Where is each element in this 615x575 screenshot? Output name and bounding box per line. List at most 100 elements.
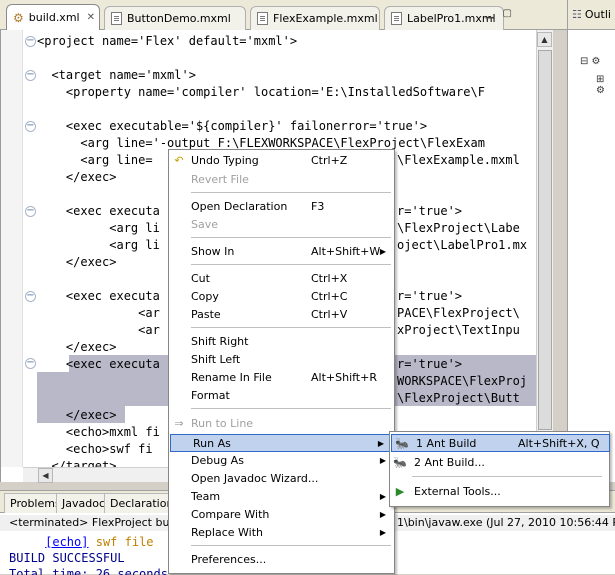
file-icon bbox=[391, 12, 402, 25]
scroll-left-icon[interactable]: ◀ bbox=[38, 468, 53, 483]
code-line: \FlexExample.mxml bbox=[397, 153, 520, 167]
console-line: BUILD SUCCESSFUL bbox=[9, 551, 125, 565]
menu-item-compare-with[interactable]: Compare With ▶ bbox=[169, 506, 394, 524]
menu-separator bbox=[191, 192, 391, 193]
menu-item-revert-file[interactable]: Revert File bbox=[169, 171, 394, 189]
tab-label: build.xml bbox=[28, 11, 80, 24]
fold-icon[interactable]: − bbox=[25, 206, 36, 217]
context-menu: ↶ Undo Typing Ctrl+Z Revert File Open De… bbox=[168, 149, 395, 574]
code-line: WORKSPACE\FlexProj bbox=[397, 374, 528, 388]
fold-icon[interactable]: − bbox=[25, 291, 36, 302]
menu-item-run-to-line[interactable]: ⇒ Run to Line bbox=[169, 415, 394, 433]
menu-item-run-as[interactable]: Run As ▶ bbox=[170, 434, 393, 452]
code-line: <exec executable='${compiler}' failonerr… bbox=[37, 119, 428, 133]
scroll-up-icon[interactable]: ▲ bbox=[537, 32, 552, 47]
vertical-scrollbar[interactable]: ▲ ▼ bbox=[536, 30, 553, 467]
submenu-item-external-tools[interactable]: ▶ External Tools... bbox=[390, 483, 609, 501]
close-icon[interactable]: ✕ bbox=[87, 12, 95, 23]
code-line: <exec executa bbox=[37, 204, 160, 218]
code-line: xProject\TextInpu bbox=[397, 323, 520, 337]
code-line: <arg line= bbox=[37, 153, 153, 167]
code-line: <echo>swf fi bbox=[37, 442, 153, 456]
javaw-path: 1\bin\javaw.exe (Jul 27, 2010 10:56:44 P… bbox=[397, 516, 615, 529]
fold-icon[interactable]: − bbox=[25, 358, 36, 369]
tab-buttondemo[interactable]: ButtonDemo.mxml bbox=[104, 6, 246, 30]
tab-build-xml[interactable]: ⚙ build.xml ✕ bbox=[6, 4, 100, 30]
menu-item-open-javadoc-wizard[interactable]: Open Javadoc Wizard... bbox=[169, 470, 394, 488]
tab-flexexample[interactable]: FlexExample.mxml bbox=[250, 6, 380, 30]
submenu-arrow-icon: ▶ bbox=[379, 528, 386, 537]
menu-item-show-in[interactable]: Show In Alt+Shift+W ▶ bbox=[169, 243, 394, 261]
tab-label: LabelPro1.mxml bbox=[407, 12, 496, 25]
undo-icon: ↶ bbox=[174, 154, 184, 167]
menu-item-preferences[interactable]: Preferences... bbox=[169, 551, 394, 569]
fold-icon[interactable]: − bbox=[25, 121, 36, 132]
submenu-arrow-icon: ▶ bbox=[379, 456, 386, 465]
console-line: [echo] swf file bbox=[9, 534, 154, 550]
code-line: <arg li bbox=[37, 221, 160, 235]
menu-separator bbox=[191, 237, 391, 238]
editor-tab-bar: ⚙ build.xml ✕ ButtonDemo.mxml FlexExampl… bbox=[0, 0, 567, 30]
fold-icon[interactable]: − bbox=[25, 70, 36, 81]
tab-javadoc[interactable]: Javadoc bbox=[56, 493, 111, 513]
code-line: \FlexProject\Labe bbox=[397, 221, 520, 235]
submenu-arrow-icon: ▶ bbox=[379, 247, 386, 256]
menu-separator bbox=[191, 327, 391, 328]
menu-separator bbox=[191, 545, 391, 546]
menu-item-open-declaration[interactable]: Open Declaration F3 bbox=[169, 198, 394, 216]
menu-separator bbox=[191, 264, 391, 265]
xml-file-icon: ⚙ bbox=[13, 10, 24, 25]
submenu-arrow-icon: ▶ bbox=[377, 439, 384, 448]
ant-icon: 🐜 bbox=[395, 437, 409, 450]
code-line: <project name='Flex' default='mxml'> bbox=[37, 34, 298, 48]
menu-item-debug-as[interactable]: Debug As ▶ bbox=[169, 452, 394, 470]
scroll-thumb[interactable] bbox=[538, 50, 552, 430]
submenu-item-ant-build-2[interactable]: 🐜 2 Ant Build... bbox=[390, 454, 609, 472]
tree-node-icon[interactable]: ⊞ ⚙ bbox=[596, 74, 615, 96]
editor-ruler bbox=[1, 30, 23, 467]
outline-title[interactable]: Outli bbox=[585, 8, 611, 21]
code-line: <echo>mxml fi bbox=[37, 425, 160, 439]
tab-label: FlexExample.mxml bbox=[273, 12, 378, 25]
fold-icon[interactable]: − bbox=[25, 36, 36, 47]
menu-separator bbox=[191, 408, 391, 409]
menu-item-shift-left[interactable]: Shift Left bbox=[169, 351, 394, 369]
code-line: </exec> bbox=[37, 255, 117, 269]
menu-item-copy[interactable]: Copy Ctrl+C bbox=[169, 288, 394, 306]
terminated-label: <terminated> FlexProject build.x bbox=[9, 516, 193, 529]
file-icon bbox=[111, 12, 122, 25]
tab-label: ButtonDemo.mxml bbox=[127, 12, 231, 25]
menu-item-rename-in-file[interactable]: Rename In File Alt+Shift+R bbox=[169, 369, 394, 387]
code-line: r='true'> bbox=[397, 289, 463, 303]
menu-separator bbox=[412, 476, 602, 477]
code-line: </exec> bbox=[37, 170, 117, 184]
code-line: <target name='mxml'> bbox=[37, 68, 196, 82]
menu-item-cut[interactable]: Cut Ctrl+X bbox=[169, 270, 394, 288]
minimize-maximize-icons[interactable]: ▁ ▢ bbox=[486, 8, 515, 19]
run-to-line-icon: ⇒ bbox=[174, 417, 184, 430]
menu-item-shift-right[interactable]: Shift Right bbox=[169, 333, 394, 351]
echo-text: swf file bbox=[95, 535, 154, 549]
code-line: PACE\FlexProject\ bbox=[397, 306, 520, 320]
code-line: oject\LabelPro1.mx bbox=[397, 238, 528, 252]
code-line: \FlexProject\Butt bbox=[397, 391, 520, 405]
code-line: <ar bbox=[37, 323, 160, 337]
menu-item-format[interactable]: Format bbox=[169, 387, 394, 405]
menu-item-save[interactable]: Save bbox=[169, 216, 394, 234]
code-line: <arg li bbox=[37, 238, 160, 252]
run-as-submenu: 🐜 1 Ant Build Alt+Shift+X, Q 🐜 2 Ant Bui… bbox=[389, 431, 610, 507]
code-line: </target> bbox=[37, 459, 117, 467]
code-line: r='true'> bbox=[397, 204, 463, 218]
menu-item-undo-typing[interactable]: ↶ Undo Typing Ctrl+Z bbox=[169, 152, 394, 170]
code-line: <exec executa bbox=[37, 357, 160, 371]
outline-panel: ☷ Outli ⊟ ⚙ ⊞ ⚙ bbox=[567, 0, 615, 482]
submenu-arrow-icon: ▶ bbox=[379, 492, 386, 501]
code-line: <ar bbox=[37, 306, 160, 320]
menu-item-team[interactable]: Team ▶ bbox=[169, 488, 394, 506]
menu-item-paste[interactable]: Paste Ctrl+V bbox=[169, 306, 394, 324]
menu-item-replace-with[interactable]: Replace With ▶ bbox=[169, 524, 394, 542]
submenu-item-ant-build-1[interactable]: 🐜 1 Ant Build Alt+Shift+X, Q bbox=[391, 434, 610, 452]
code-line: <exec executa bbox=[37, 289, 160, 303]
tree-expand-icon[interactable]: ⊟ ⚙ bbox=[580, 56, 601, 67]
code-line: r='true'> bbox=[397, 357, 463, 371]
